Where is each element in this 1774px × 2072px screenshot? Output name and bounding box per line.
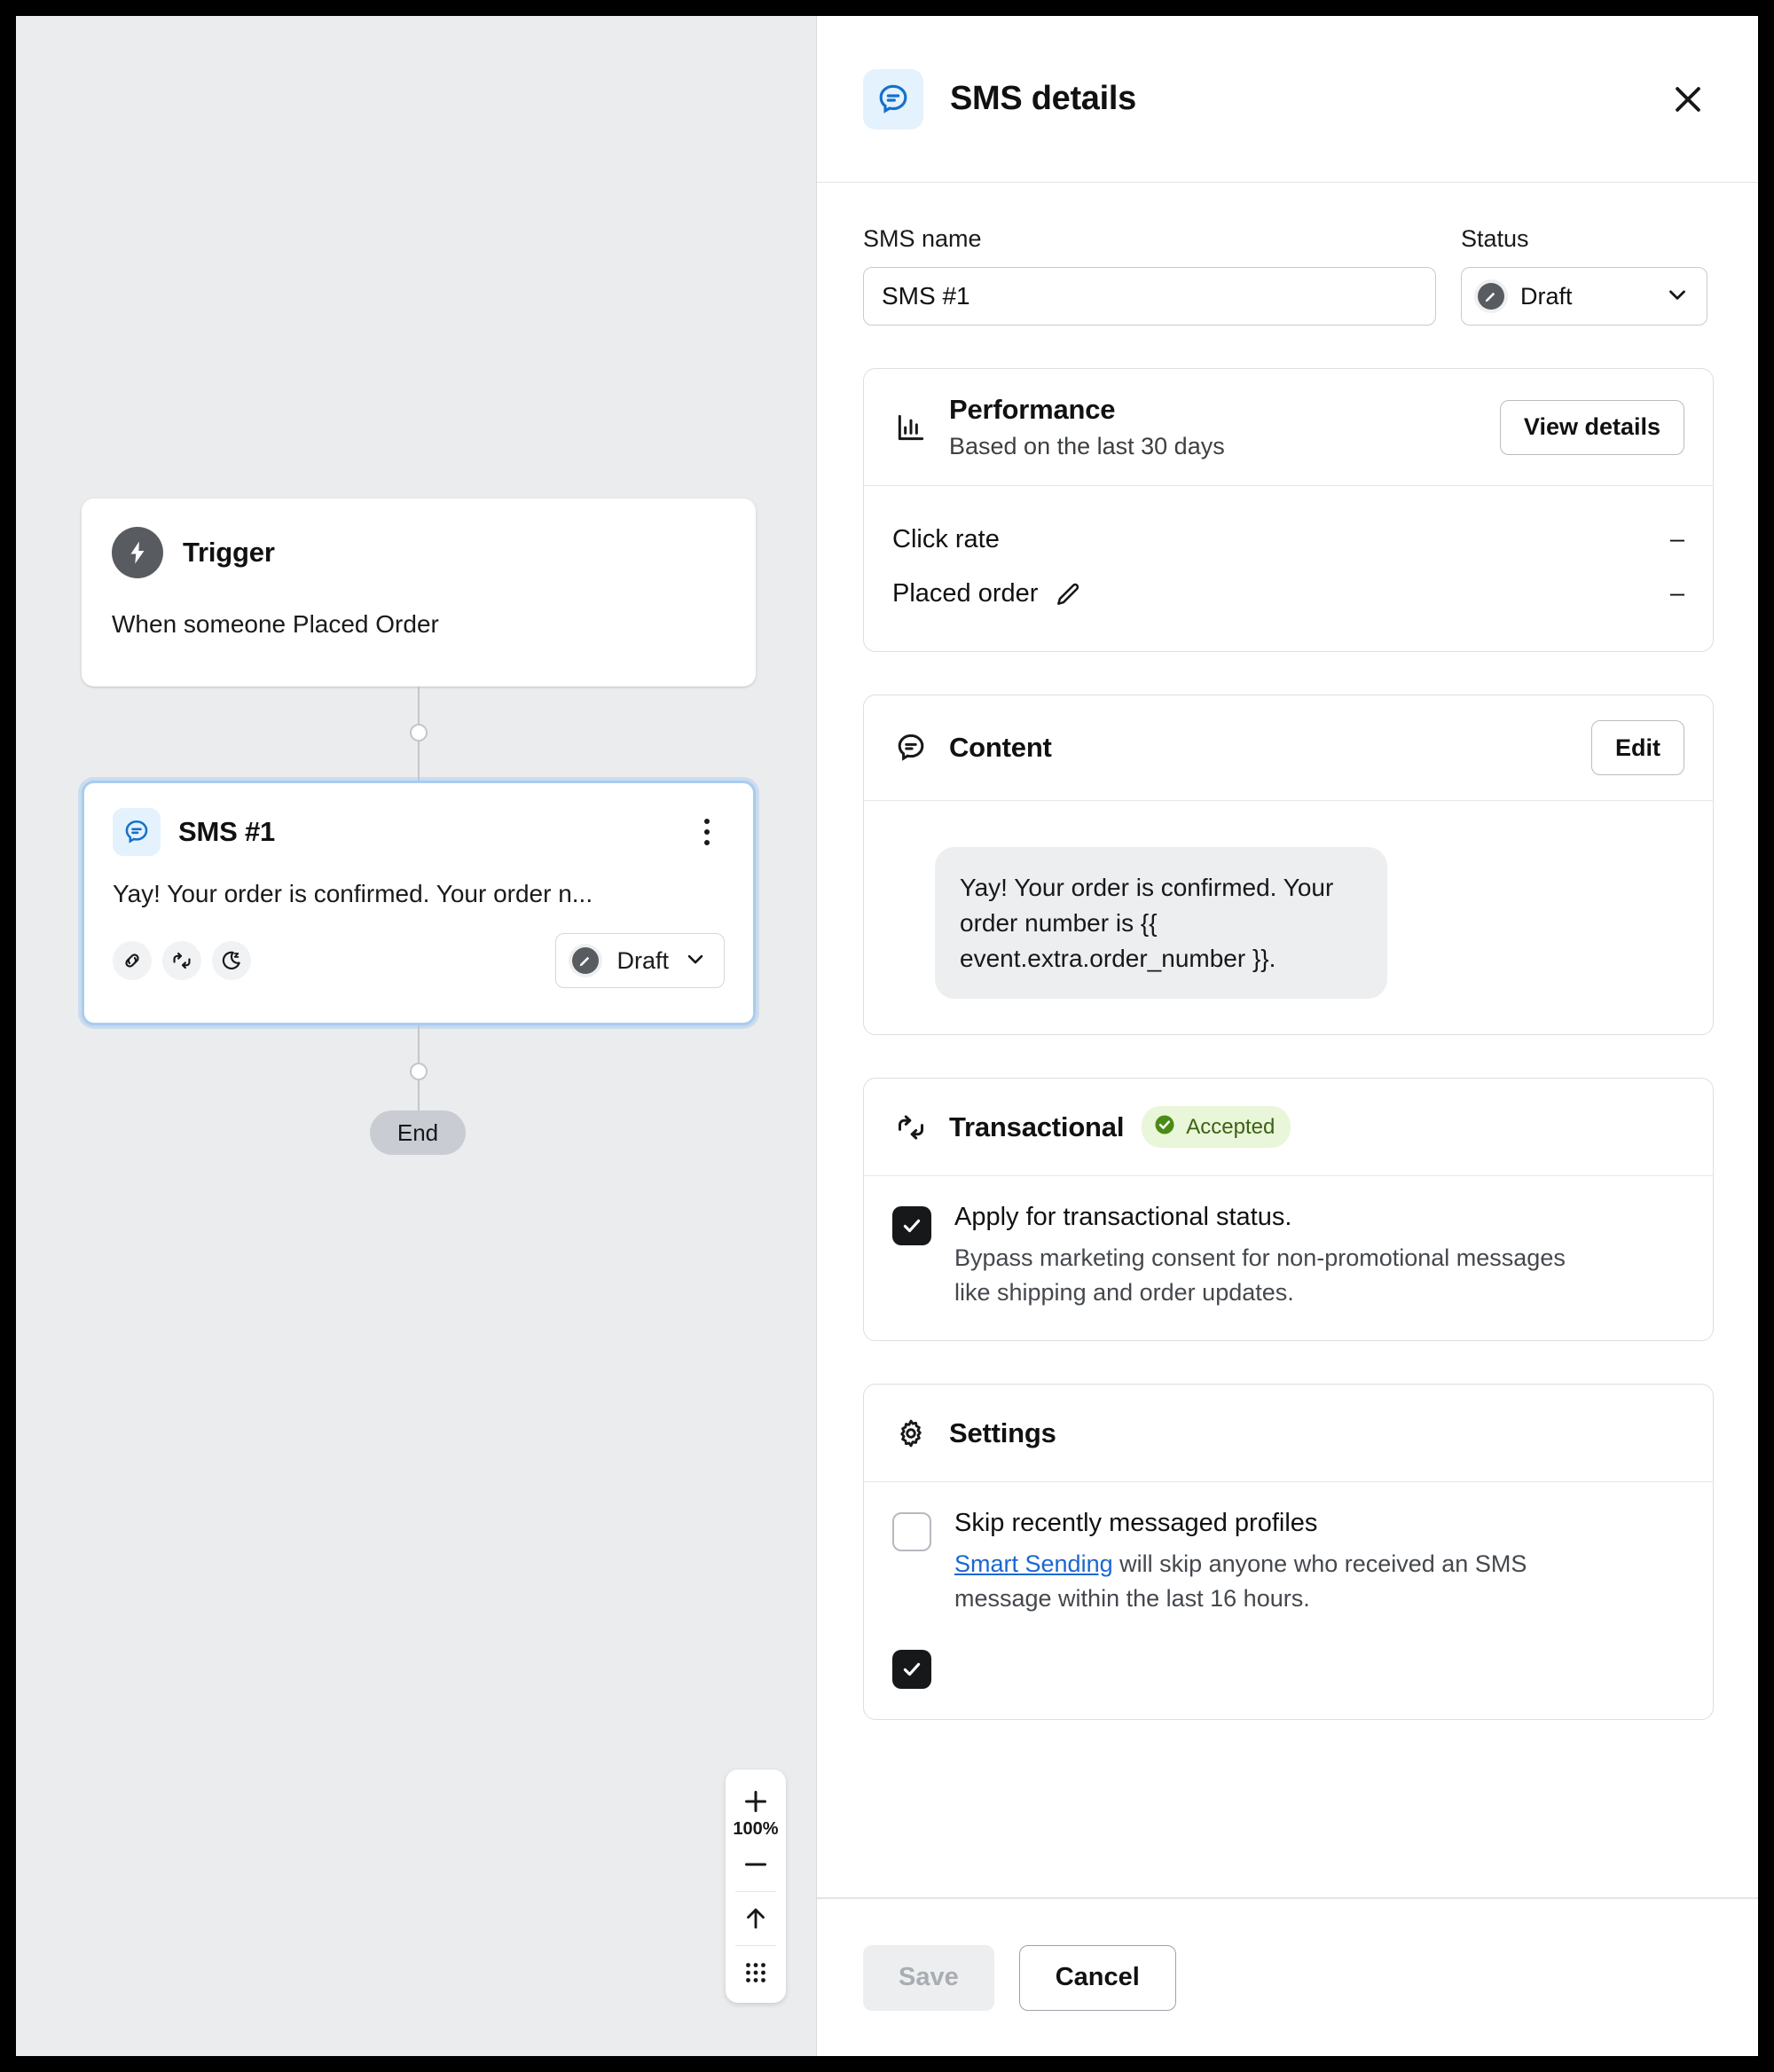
apply-transactional-checkbox[interactable] <box>892 1206 931 1246</box>
transactional-card-header: Transactional Accepted <box>864 1079 1713 1177</box>
status-dropdown[interactable]: Draft <box>1461 267 1707 326</box>
panel-header: SMS details <box>817 16 1758 183</box>
metric-value: – <box>1669 525 1684 553</box>
pencil-icon[interactable] <box>1054 580 1082 608</box>
sms-message-bubble: Yay! Your order is confirmed. Your order… <box>935 847 1387 1000</box>
panel-footer: Save Cancel <box>817 1898 1758 2056</box>
content-preview-body: Yay! Your order is confirmed. Your order… <box>864 801 1713 1034</box>
divider <box>735 1891 776 1892</box>
transactional-card: Transactional Accepted Apply for transac… <box>863 1078 1714 1341</box>
divider <box>735 1945 776 1946</box>
smart-sending-link[interactable]: Smart Sending <box>954 1550 1113 1577</box>
connector-handle-1[interactable] <box>410 724 428 742</box>
lightning-bolt-icon <box>112 527 163 578</box>
flow-canvas[interactable]: Trigger When someone Placed Order SMS #1… <box>16 16 816 2056</box>
zoom-level-label: 100% <box>733 1819 779 1839</box>
page-title: SMS details <box>950 80 1136 117</box>
content-title: Content <box>949 732 1052 763</box>
panel-scroll-body[interactable]: SMS name Status Draft <box>817 183 1758 1898</box>
check-circle-icon <box>1152 1112 1177 1142</box>
sms-name-input[interactable] <box>863 267 1436 326</box>
metric-value: – <box>1669 579 1684 608</box>
metric-label: Placed order <box>892 579 1039 608</box>
settings-card: Settings Skip recently messaged profiles… <box>863 1384 1714 1720</box>
sms-name-field-group: SMS name <box>863 225 1436 326</box>
zoom-in-button[interactable] <box>726 1778 786 1825</box>
chevron-down-icon <box>1664 281 1691 312</box>
apply-transactional-label: Apply for transactional status. <box>954 1203 1292 1232</box>
status-label: Status <box>1461 225 1529 252</box>
skip-recently-messaged-checkbox[interactable] <box>892 1512 931 1551</box>
flow-node-trigger-title: Trigger <box>183 537 275 568</box>
status-field-group: Status Draft <box>1461 225 1707 326</box>
transactional-card-body: Apply for transactional status. Bypass m… <box>864 1176 1713 1340</box>
fit-to-view-button[interactable] <box>726 1895 786 1942</box>
draft-pencil-icon <box>1474 279 1508 313</box>
edit-content-button[interactable]: Edit <box>1591 720 1684 775</box>
content-card: Content Edit Yay! Your order is confirme… <box>863 695 1714 1036</box>
clipped-option-checkbox[interactable] <box>892 1649 931 1689</box>
metric-row: Placed order – <box>892 567 1684 621</box>
transactional-sync-icon <box>892 1111 930 1144</box>
transactional-sync-icon[interactable] <box>162 941 201 980</box>
connector-handle-2[interactable] <box>410 1063 428 1080</box>
flow-node-trigger[interactable]: Trigger When someone Placed Order <box>82 498 756 687</box>
skip-recently-messaged-description: Smart Sending will skip anyone who recei… <box>954 1547 1575 1616</box>
sms-details-panel: SMS details SMS name Status <box>816 16 1758 2056</box>
draft-pencil-icon <box>569 944 603 977</box>
flow-node-trigger-description: When someone Placed Order <box>112 610 439 638</box>
performance-subtitle: Based on the last 30 days <box>949 433 1225 459</box>
clipped-option-row[interactable] <box>892 1646 1684 1689</box>
skip-recently-messaged-row[interactable]: Skip recently messaged profiles Smart Se… <box>892 1509 1684 1616</box>
transactional-checkbox-row[interactable]: Apply for transactional status. Bypass m… <box>892 1203 1684 1310</box>
performance-card: Performance Based on the last 30 days Vi… <box>863 368 1714 652</box>
cancel-button[interactable]: Cancel <box>1018 1944 1176 2011</box>
performance-title: Performance <box>949 394 1116 425</box>
flow-node-sms-title: SMS #1 <box>178 816 276 847</box>
apply-transactional-description: Bypass marketing consent for non-promoti… <box>954 1244 1566 1307</box>
dot-grid-icon[interactable] <box>726 1950 786 1996</box>
name-status-row: SMS name Status Draft <box>863 225 1714 326</box>
link-icon[interactable] <box>113 941 152 980</box>
content-card-header: Content Edit <box>864 695 1713 801</box>
sms-bubble-icon <box>863 68 923 130</box>
settings-title: Settings <box>949 1417 1056 1448</box>
sms-bubble-outline-icon <box>892 731 930 765</box>
metric-label: Click rate <box>892 525 1000 553</box>
status-badge: Accepted <box>1142 1106 1291 1149</box>
performance-metrics: Click rate – Placed order – <box>864 486 1713 651</box>
metric-row: Click rate – <box>892 513 1684 567</box>
chevron-down-icon <box>683 946 708 976</box>
flow-node-sms-more-menu-button[interactable] <box>689 812 725 852</box>
flow-node-sms-status-label: Draft <box>616 946 669 974</box>
status-value: Draft <box>1520 282 1573 310</box>
quiet-hours-moon-icon[interactable] <box>212 941 251 980</box>
performance-card-header: Performance Based on the last 30 days Vi… <box>864 369 1713 486</box>
flow-node-sms-status-dropdown[interactable]: Draft <box>555 933 725 988</box>
sms-name-label: SMS name <box>863 225 982 252</box>
flow-node-sms[interactable]: SMS #1 Yay! Your order is confirmed. You… <box>82 781 756 1025</box>
status-badge-label: Accepted <box>1186 1114 1276 1139</box>
transactional-title: Transactional <box>949 1111 1125 1142</box>
flow-node-end[interactable]: End <box>370 1111 466 1155</box>
gear-icon <box>892 1417 930 1450</box>
app-window: Trigger When someone Placed Order SMS #1… <box>16 16 1758 2056</box>
view-details-button[interactable]: View details <box>1499 399 1684 455</box>
settings-card-body: Skip recently messaged profiles Smart Se… <box>864 1482 1713 1719</box>
bar-chart-icon <box>892 411 930 444</box>
sms-bubble-icon <box>113 808 161 856</box>
save-button[interactable]: Save <box>863 1944 994 2011</box>
zoom-controls: 100% <box>726 1770 786 2003</box>
scroll-clip-edge <box>817 1897 1758 1898</box>
close-icon[interactable] <box>1662 74 1714 125</box>
zoom-out-button[interactable] <box>726 1841 786 1888</box>
skip-recently-messaged-label: Skip recently messaged profiles <box>954 1509 1318 1537</box>
flow-node-sms-preview: Yay! Your order is confirmed. Your order… <box>113 880 593 907</box>
settings-card-header: Settings <box>864 1385 1713 1482</box>
